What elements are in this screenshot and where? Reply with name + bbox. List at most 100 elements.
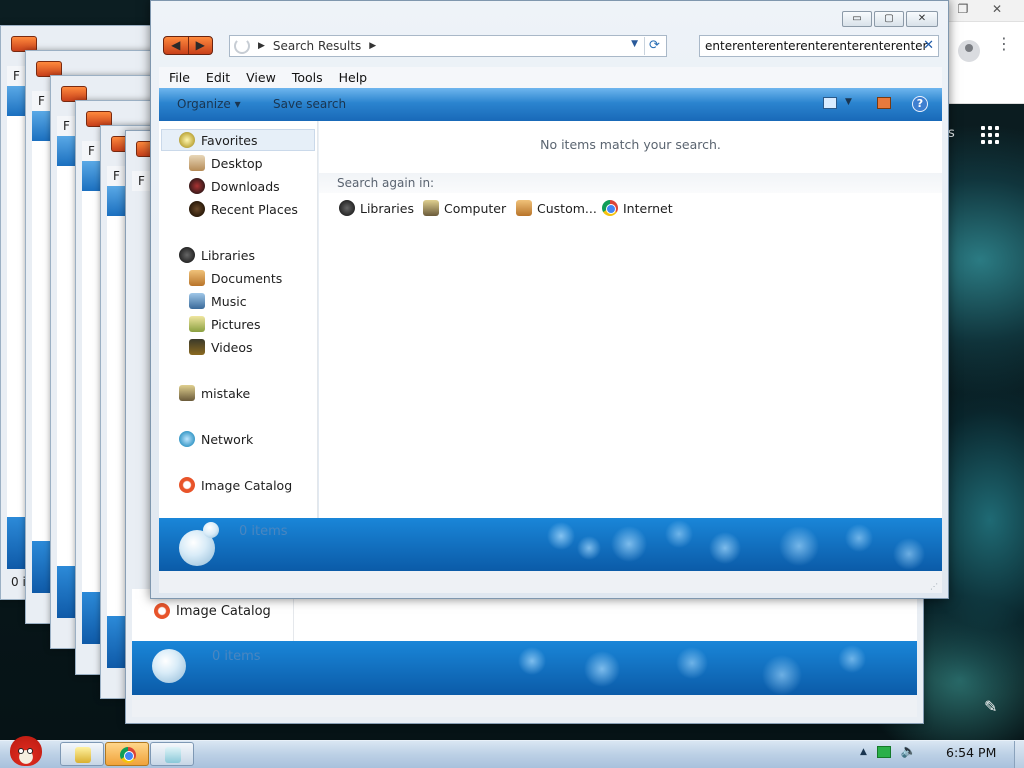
address-bar[interactable]: ▶ Search Results ▶ ▼ ⟳ [229,35,667,57]
resize-grip-icon[interactable]: ⋰ [930,582,938,591]
pictures-icon [189,316,205,332]
nav-item-videos[interactable]: Videos [189,339,253,355]
search-again-label: Search again in: [337,176,435,190]
search-again-label-text: Custom... [537,200,597,216]
network-status-icon[interactable] [876,745,891,758]
search-again-libraries[interactable]: Libraries [339,200,414,216]
help-icon[interactable]: ? [912,96,928,112]
music-icon [189,293,205,309]
search-bubble-small-icon [203,522,219,538]
status-bar: ⋰ [159,571,942,593]
start-button[interactable] [4,732,48,768]
bird-eye-icon [18,748,24,754]
videos-icon [189,339,205,355]
menu-tools[interactable]: Tools [292,70,323,85]
navigation-buttons: ◀ ▶ [163,36,213,55]
search-again-internet[interactable]: Internet [602,200,673,216]
breadcrumb-search-results[interactable]: Search Results [273,39,361,53]
items-count: 0 items [239,524,288,539]
nav-item-music[interactable]: Music [189,293,247,309]
organize-button[interactable]: Organize ▾ [177,97,241,111]
taskbar-explorer-button[interactable] [60,742,104,766]
clear-search-icon[interactable]: ✕ [923,36,934,56]
maximize-button[interactable]: ▢ [874,11,904,27]
recent-places-icon [189,201,205,217]
details-pane: 0 items [132,641,917,695]
search-again-computer[interactable]: Computer [423,200,506,216]
taskbar-notepad-button[interactable] [150,742,194,766]
menu-file[interactable]: File [169,70,190,85]
nav-item-label: Downloads [211,178,280,194]
chrome-icon [602,200,618,216]
back-button[interactable]: ◀ [164,37,189,54]
minimize-button[interactable]: ▭ [842,11,872,27]
details-pane: 0 items [159,518,942,571]
forward-button[interactable]: ▶ [189,37,213,54]
organize-label: Organize [177,97,231,111]
nav-item-documents[interactable]: Documents [189,270,282,286]
search-input-value: enterenterenterenterenterenterenter [705,39,928,53]
command-bar: Organize ▾ Save search ▼ ? [159,88,942,121]
taskbar-chrome-button[interactable] [105,742,149,766]
nav-item-recent-places[interactable]: Recent Places [189,201,298,217]
close-button[interactable]: ✕ [906,11,938,27]
nav-item-label: Recent Places [211,201,298,217]
library-icon [179,247,195,263]
search-again-label-text: Computer [444,200,507,216]
apps-grid-icon[interactable] [981,126,999,144]
nav-item-desktop[interactable]: Desktop [189,155,263,171]
view-dropdown-icon[interactable]: ▼ [845,97,852,107]
edit-pencil-icon[interactable]: ✎ [984,697,997,716]
volume-icon[interactable]: 🔈 [901,744,917,759]
status-bar [132,695,917,717]
change-view-icon[interactable] [823,97,837,109]
explorer-window[interactable]: ▭ ▢ ✕ ◀ ▶ ▶ Search Results ▶ ▼ ⟳ enteren… [150,0,949,599]
menu-view[interactable]: View [246,70,276,85]
nav-item-image-catalog[interactable]: Image Catalog [179,477,292,493]
breadcrumb-arrow-icon[interactable]: ▶ [258,41,265,51]
menu-help[interactable]: Help [339,70,368,85]
nav-item-pictures[interactable]: Pictures [189,316,261,332]
refresh-icon[interactable]: ⟳ [644,37,664,55]
desktop-icon [189,155,205,171]
empty-results-message: No items match your search. [540,137,721,152]
nav-item-label: Image Catalog [176,603,271,619]
show-hidden-icons-icon[interactable]: ▲ [860,747,867,757]
show-desktop-button[interactable] [1014,741,1024,768]
nav-item-label: Network [201,431,254,447]
menu-bar: File Edit View Tools Help [159,67,942,88]
downloads-icon [189,178,205,194]
menu-edit[interactable]: Edit [206,70,230,85]
nav-item-downloads[interactable]: Downloads [189,178,280,194]
profile-avatar-icon[interactable] [958,40,980,62]
close-icon[interactable]: ✕ [984,1,1010,17]
nav-item-libraries[interactable]: Libraries [179,247,255,263]
taskbar-clock[interactable]: 6:54 PM [946,745,996,760]
nav-item-label: Image Catalog [201,477,293,493]
more-menu-icon[interactable]: ⋮ [996,36,1012,64]
nav-item-network[interactable]: Network [179,431,253,447]
breadcrumb-arrow-icon[interactable]: ▶ [369,41,376,51]
status-text: 0 i [11,575,26,589]
computer-icon [423,200,439,216]
nav-item-label: Libraries [201,247,255,263]
navigation-pane: Favorites Desktop Downloads Recent Place… [159,121,318,518]
nav-item-label: Pictures [211,316,261,332]
nav-item-label: Music [211,293,247,309]
bird-eye-icon [27,748,33,754]
address-dropdown-icon[interactable]: ▼ [631,39,638,49]
nav-item-label: Videos [211,339,253,355]
search-again-custom[interactable]: Custom... [516,200,597,216]
computer-icon [179,385,195,401]
restore-icon[interactable]: ❐ [950,1,976,17]
nav-item-image-catalog[interactable]: Image Catalog [154,603,271,619]
preview-pane-icon[interactable] [877,97,891,109]
search-again-label-text: Libraries [360,200,414,216]
nav-item-computer[interactable]: mistake [179,385,250,401]
image-catalog-icon [154,603,170,619]
nav-item-label: mistake [201,385,251,401]
search-input[interactable]: enterenterenterenterenterenterenter ✕ [699,35,939,57]
search-bubble-icon [152,649,186,683]
nav-item-favorites[interactable]: Favorites [161,129,315,151]
save-search-button[interactable]: Save search [273,97,346,111]
